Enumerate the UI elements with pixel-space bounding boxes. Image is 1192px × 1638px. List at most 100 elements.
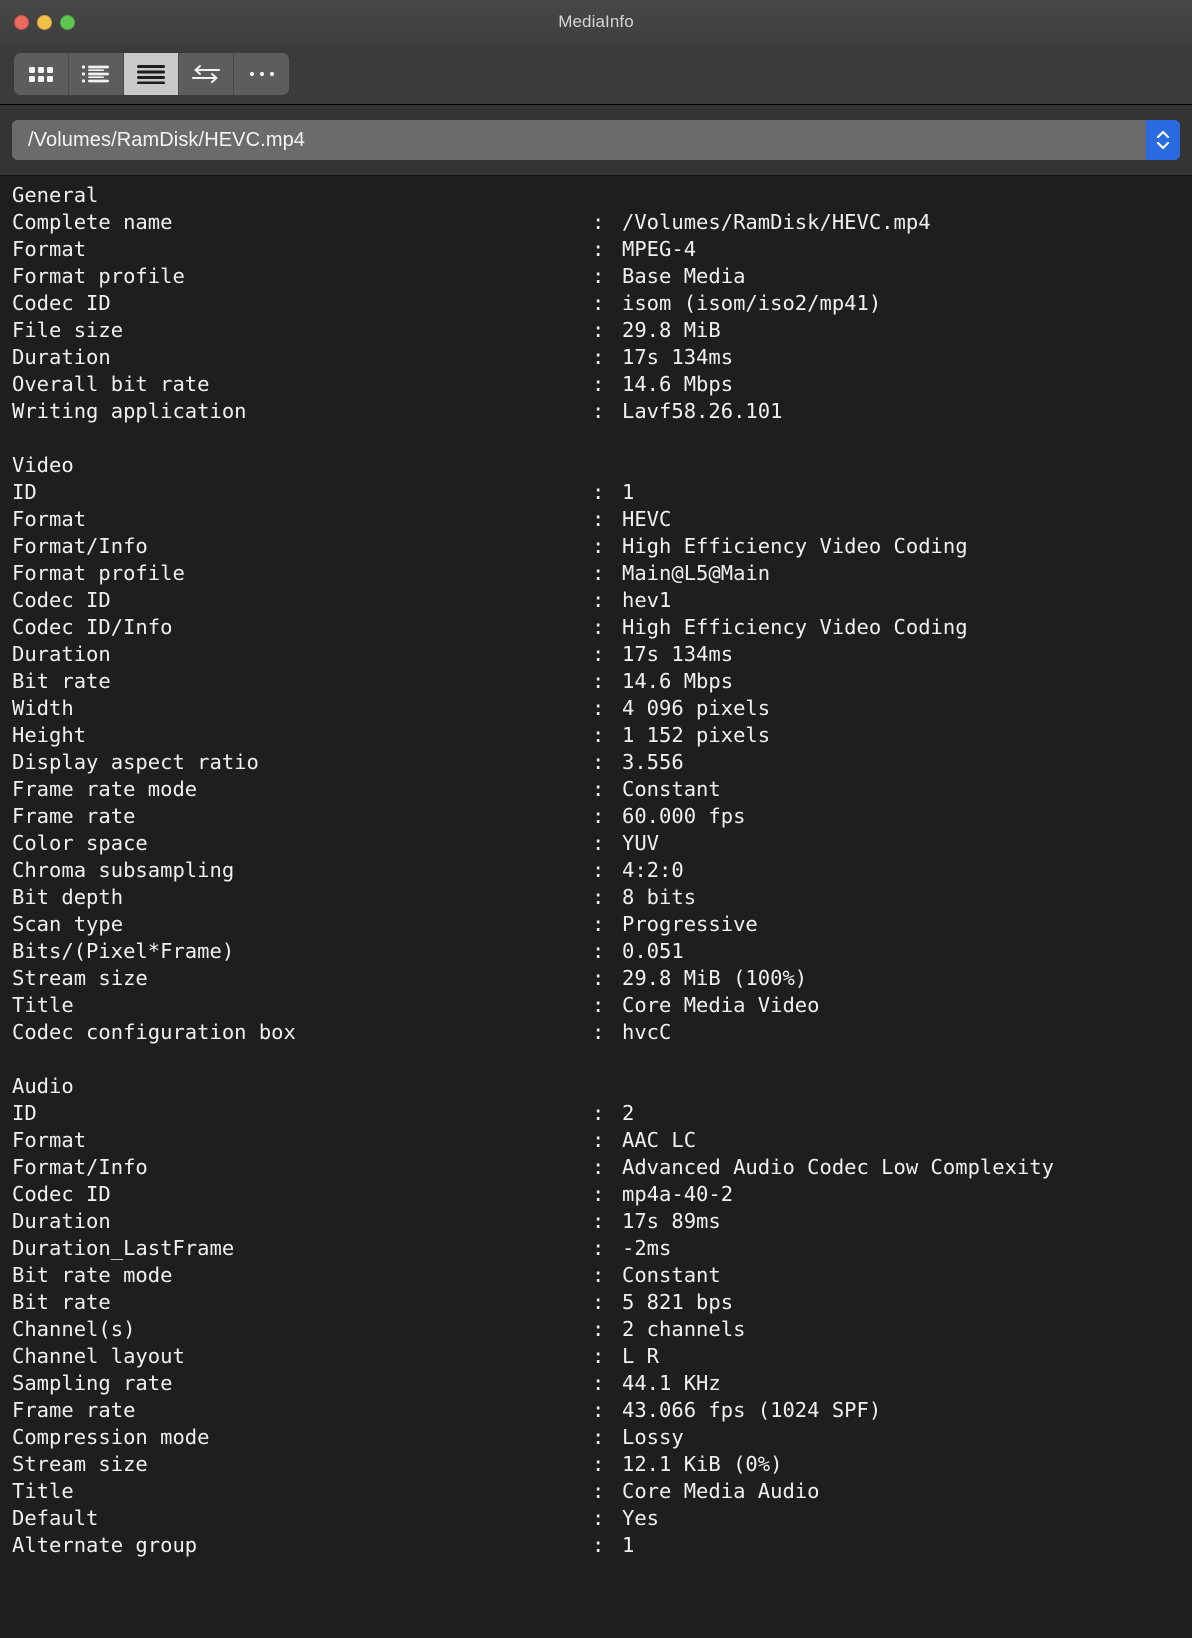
section-value: [622, 1073, 1054, 1100]
info-row: Format/Info: High Efficiency Video Coding: [12, 533, 1054, 560]
info-separator: :: [592, 318, 605, 342]
info-row: Frame rate:60.000 fps: [12, 803, 1054, 830]
section-header-row: Audio: [12, 1073, 1054, 1100]
info-value: 2: [622, 1101, 635, 1125]
info-separator: :: [592, 1452, 605, 1476]
info-separator: :: [592, 264, 605, 288]
info-value: L R: [622, 1344, 660, 1368]
info-row: Format/Info: Advanced Audio Codec Low Com…: [12, 1154, 1054, 1181]
info-key: Channel layout: [12, 1344, 185, 1368]
info-separator: :: [592, 480, 605, 504]
media-report-panel[interactable]: General Complete name: /Volumes/RamDisk/HE…: [0, 176, 1192, 1638]
info-value: 0.051: [622, 939, 684, 963]
info-key: Frame rate: [12, 804, 136, 828]
info-separator: :: [592, 1155, 605, 1179]
ellipsis-icon: [249, 70, 275, 78]
info-key: Duration: [12, 345, 111, 369]
info-row: ID:1: [12, 479, 1054, 506]
info-separator: :: [592, 858, 605, 882]
info-separator: :: [592, 993, 605, 1017]
info-value: YUV: [622, 831, 660, 855]
info-separator: :: [592, 1506, 605, 1530]
info-separator: :: [592, 912, 605, 936]
close-window-button[interactable]: [14, 14, 29, 30]
info-separator: :: [592, 1398, 605, 1422]
file-path-combobox[interactable]: /Volumes/RamDisk/HEVC.mp4: [12, 120, 1180, 160]
info-value: Lossy: [622, 1425, 684, 1449]
info-key: Duration: [12, 642, 111, 666]
info-value: Lavf58.26.101: [622, 399, 783, 423]
info-row: Bits/(Pixel*Frame):0.051: [12, 938, 1054, 965]
info-value: Base Media: [622, 264, 746, 288]
info-key: Height: [12, 723, 87, 747]
info-value: 17s 134ms: [622, 642, 734, 666]
section-title: General: [12, 183, 99, 207]
info-key: Duration: [12, 1209, 111, 1233]
info-row: Bit rate:14.6 Mbps: [12, 668, 1054, 695]
info-value: 4 096 pixels: [622, 696, 771, 720]
toolbar-button-grid-view[interactable]: [14, 53, 69, 95]
traffic-lights: [14, 0, 75, 44]
info-key: Bits/(Pixel*Frame): [12, 939, 235, 963]
section-spacer-cell: [12, 425, 1054, 452]
titlebar: MediaInfo: [0, 0, 1192, 44]
minimize-window-button[interactable]: [37, 14, 52, 30]
section-spacer: [12, 1046, 1054, 1073]
info-value: 29.8 MiB: [622, 318, 721, 342]
info-row: Color space: YUV: [12, 830, 1054, 857]
info-row: Channel(s):2 channels: [12, 1316, 1054, 1343]
info-separator: :: [592, 939, 605, 963]
info-key: Default: [12, 1506, 99, 1530]
info-row: Duration:17s 89ms: [12, 1208, 1054, 1235]
info-key: Title: [12, 993, 74, 1017]
info-separator: :: [592, 561, 605, 585]
info-value: 12.1 KiB (0%): [622, 1452, 783, 1476]
info-row: Height:1 152 pixels: [12, 722, 1054, 749]
info-value: isom (isom/iso2/mp41): [622, 291, 882, 315]
info-row: Stream size:29.8 MiB (100%): [12, 965, 1054, 992]
info-separator: :: [592, 831, 605, 855]
toolbar-button-text-view[interactable]: [124, 53, 179, 95]
info-separator: :: [592, 885, 605, 909]
info-value: Constant: [622, 777, 721, 801]
info-value: -2ms: [622, 1236, 672, 1260]
info-row: Chroma subsampling:4:2:0: [12, 857, 1054, 884]
toolbar: [0, 44, 1192, 105]
info-key: Format: [12, 507, 87, 531]
info-row: Format: MPEG-4: [12, 236, 1054, 263]
info-key: Channel(s): [12, 1317, 136, 1341]
info-separator: :: [592, 1236, 605, 1260]
file-path-stepper-button[interactable]: [1146, 120, 1180, 160]
info-row: ID:2: [12, 1100, 1054, 1127]
info-separator: :: [592, 237, 605, 261]
info-row: Bit rate:5 821 bps: [12, 1289, 1054, 1316]
toolbar-button-tree-view[interactable]: [69, 53, 124, 95]
info-value: 14.6 Mbps: [622, 372, 734, 396]
file-path-value[interactable]: /Volumes/RamDisk/HEVC.mp4: [12, 120, 1146, 160]
info-separator: :: [592, 1101, 605, 1125]
info-value: High Efficiency Video Coding: [622, 534, 968, 558]
info-key: ID: [12, 1101, 37, 1125]
info-value: AAC LC: [622, 1128, 697, 1152]
maximize-window-button[interactable]: [60, 14, 75, 30]
info-value: 4:2:0: [622, 858, 684, 882]
info-separator: :: [592, 1317, 605, 1341]
info-key: Codec ID: [12, 291, 111, 315]
info-value: MPEG-4: [622, 237, 697, 261]
view-mode-segmented-control[interactable]: [14, 53, 289, 95]
info-key: Bit rate mode: [12, 1263, 173, 1287]
info-separator: :: [592, 1263, 605, 1287]
section-spacer-cell: [12, 1046, 1054, 1073]
info-key: Compression mode: [12, 1425, 210, 1449]
info-row: Duration_LastFrame: -2ms: [12, 1235, 1054, 1262]
info-value: 1: [622, 480, 635, 504]
info-separator: :: [592, 210, 605, 234]
info-value: 8 bits: [622, 885, 697, 909]
info-value: 1 152 pixels: [622, 723, 771, 747]
toolbar-button-more-options[interactable]: [234, 53, 289, 95]
info-separator: :: [592, 1128, 605, 1152]
info-separator: :: [592, 534, 605, 558]
toolbar-button-compare-view[interactable]: [179, 53, 234, 95]
info-separator: :: [592, 615, 605, 639]
info-row: Complete name: /Volumes/RamDisk/HEVC.mp4: [12, 209, 1054, 236]
